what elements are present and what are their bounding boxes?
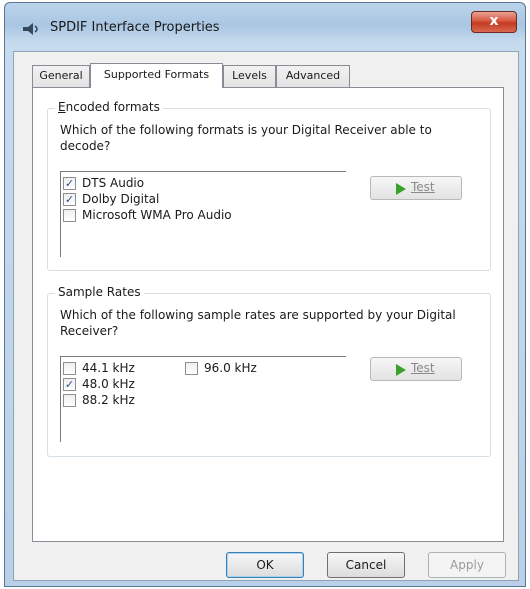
wma-pro-label: Microsoft WMA Pro Audio <box>82 208 232 222</box>
dts-audio-label: DTS Audio <box>82 176 145 190</box>
dialog-window: SPDIF Interface Properties x General Sup… <box>4 2 526 587</box>
window-title: SPDIF Interface Properties <box>50 20 220 35</box>
rate-88-label: 88.2 kHz <box>82 393 135 407</box>
encoded-formats-group: Encoded formats Which of the following f… <box>47 100 491 271</box>
encoded-test-label: Test <box>411 180 435 194</box>
rate-44-label: 44.1 kHz <box>82 361 135 375</box>
speaker-icon <box>23 23 38 35</box>
cancel-button[interactable]: Cancel <box>327 552 405 578</box>
close-icon: x <box>489 13 499 29</box>
rate-44-checkbox[interactable] <box>63 362 76 375</box>
supported-formats-page: Encoded formats Which of the following f… <box>32 87 504 542</box>
wma-pro-checkbox[interactable] <box>63 209 76 222</box>
play-icon <box>396 183 406 195</box>
play-icon <box>396 364 406 376</box>
rate-88-checkbox[interactable] <box>63 394 76 407</box>
sample-rates-legend: Sample Rates <box>55 285 144 299</box>
rate-48-label: 48.0 kHz <box>82 377 135 391</box>
sample-rate-test-label: Test <box>411 361 435 375</box>
client-area: General Supported Formats Levels Advance… <box>13 51 519 581</box>
tab-supported-formats[interactable]: Supported Formats <box>90 63 223 88</box>
close-button[interactable]: x <box>471 11 517 33</box>
dts-audio-checkbox[interactable]: ✓ <box>63 177 76 190</box>
title-bar[interactable]: SPDIF Interface Properties x <box>5 3 525 51</box>
encoded-formats-question: Which of the following formats is your D… <box>60 123 432 153</box>
tab-levels[interactable]: Levels <box>223 65 276 87</box>
rate-48-checkbox[interactable]: ✓ <box>63 378 76 391</box>
encoded-test-button[interactable]: Test <box>370 176 462 200</box>
dolby-digital-checkbox[interactable]: ✓ <box>63 193 76 206</box>
dolby-digital-label: Dolby Digital <box>82 192 160 206</box>
encoded-formats-legend: Encoded formats <box>55 100 163 114</box>
tab-general[interactable]: General <box>32 65 90 87</box>
encoded-formats-legend-text: ncoded formats <box>65 100 160 114</box>
rate-96-checkbox[interactable] <box>185 362 198 375</box>
sample-rate-test-button[interactable]: Test <box>370 357 462 381</box>
apply-button[interactable]: Apply <box>428 552 506 578</box>
ok-button[interactable]: OK <box>226 552 304 578</box>
sample-rates-question: Which of the following sample rates are … <box>60 308 456 338</box>
sample-rates-group: Sample Rates Which of the following samp… <box>47 285 491 457</box>
tab-advanced[interactable]: Advanced <box>276 65 350 87</box>
rate-96-label: 96.0 kHz <box>204 361 257 375</box>
encoded-formats-list: ✓ DTS Audio ✓ Dolby Digital Microsoft WM… <box>60 171 346 257</box>
sample-rates-list: 44.1 kHz ✓ 48.0 kHz 88.2 kHz 96.0 kHz <box>60 356 346 442</box>
